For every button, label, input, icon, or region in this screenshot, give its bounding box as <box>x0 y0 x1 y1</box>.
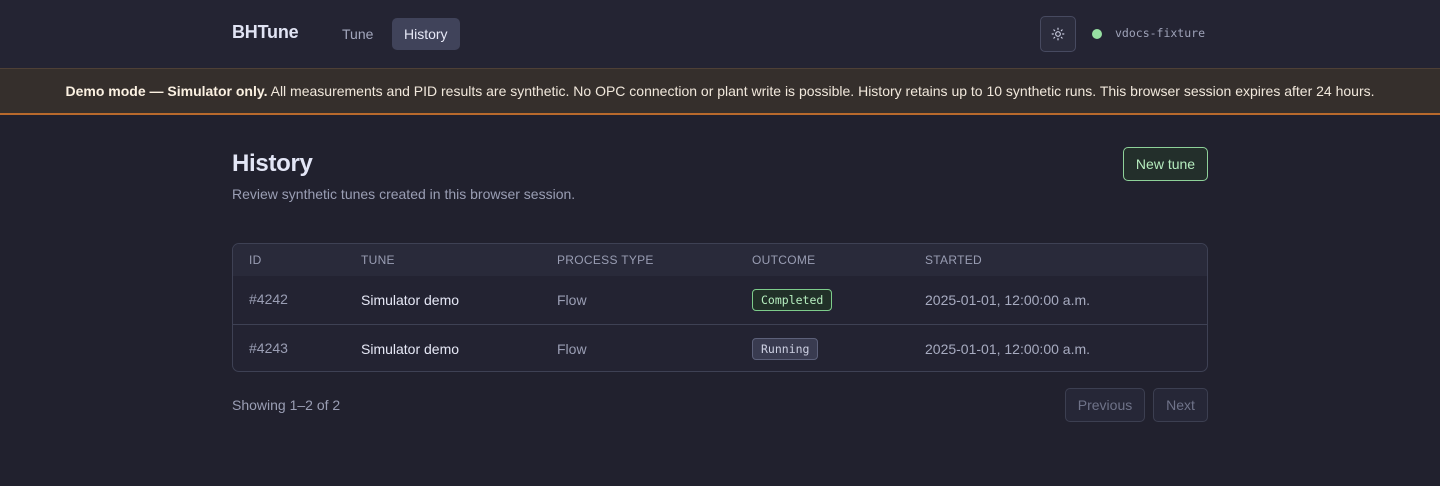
brand-logo[interactable]: BHTune <box>232 22 299 43</box>
environment-label: vdocs-fixture <box>1115 26 1206 40</box>
demo-mode-banner: Demo mode — Simulator only. All measurem… <box>0 68 1440 115</box>
top-navbar: BHTune Tune History vdocs-fixture <box>0 0 1440 68</box>
page-subtitle: Review synthetic tunes created in this b… <box>232 186 576 202</box>
table-row[interactable]: #4242 Simulator demo Flow Completed 2025… <box>233 276 1207 324</box>
history-table: ID TUNE PROCESS TYPE OUTCOME STARTED #42… <box>232 243 1208 372</box>
row-tune: Simulator demo <box>361 292 460 308</box>
row-process-type: Flow <box>557 341 587 357</box>
nav-tab-tune[interactable]: Tune <box>330 18 385 50</box>
page-title: History <box>232 150 313 177</box>
banner-text: All measurements and PID results are syn… <box>267 83 1375 99</box>
column-header-id: ID <box>249 253 262 267</box>
next-page-button[interactable]: Next <box>1153 388 1208 422</box>
table-header: ID TUNE PROCESS TYPE OUTCOME STARTED <box>233 244 1207 276</box>
column-header-outcome: OUTCOME <box>752 253 816 267</box>
row-id[interactable]: #4243 <box>249 340 288 356</box>
banner-title: Demo mode — Simulator only. <box>65 83 268 99</box>
table-row[interactable]: #4243 Simulator demo Flow Running 2025-0… <box>233 324 1207 371</box>
pagination-summary: Showing 1–2 of 2 <box>232 397 341 413</box>
column-header-started: STARTED <box>925 253 982 267</box>
new-tune-button[interactable]: New tune <box>1123 147 1208 181</box>
row-id[interactable]: #4242 <box>249 291 288 307</box>
connection-status-dot <box>1092 29 1102 39</box>
theme-toggle-button[interactable] <box>1040 16 1076 52</box>
row-process-type: Flow <box>557 292 587 308</box>
column-header-process-type: PROCESS TYPE <box>557 253 654 267</box>
nav-tab-history[interactable]: History <box>392 18 460 50</box>
previous-page-button[interactable]: Previous <box>1065 388 1145 422</box>
row-started: 2025-01-01, 12:00:00 a.m. <box>925 292 1091 308</box>
sun-icon <box>1051 27 1065 41</box>
status-badge: Completed <box>752 289 833 311</box>
row-started: 2025-01-01, 12:00:00 a.m. <box>925 341 1091 357</box>
status-badge: Running <box>752 338 819 360</box>
column-header-tune: TUNE <box>361 253 395 267</box>
row-tune: Simulator demo <box>361 341 460 357</box>
